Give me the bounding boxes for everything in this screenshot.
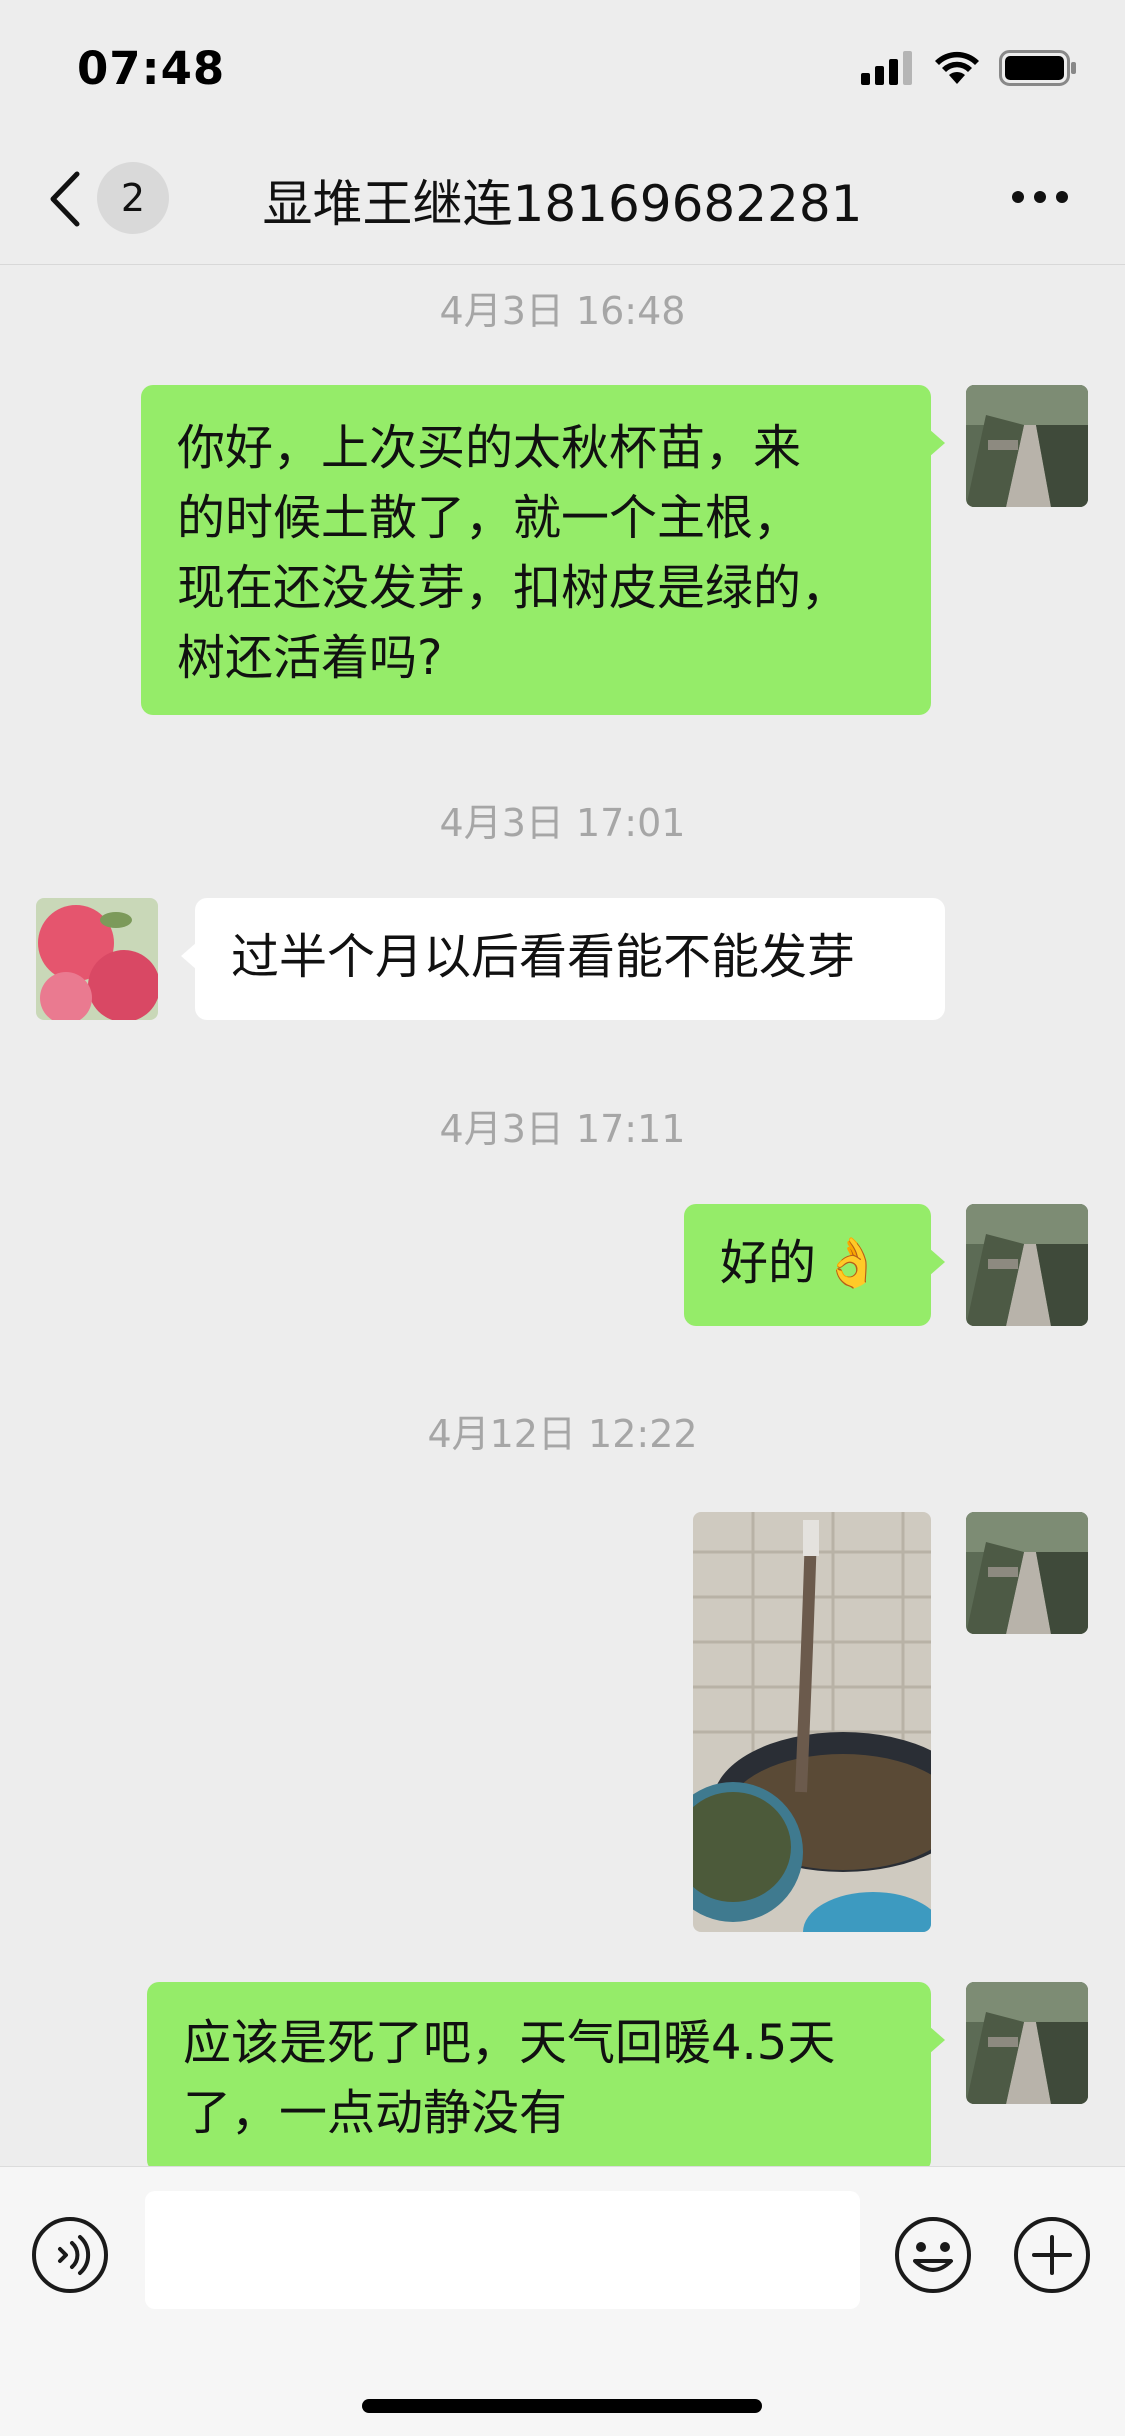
timestamp: 4月3日 17:01 <box>439 801 686 845</box>
timestamp: 4月12日 12:22 <box>427 1412 698 1456</box>
walkway-avatar-icon <box>966 1512 1088 1634</box>
outgoing-message[interactable]: 你好，上次买的太秋杯苗，来 的时候土散了，就一个主根， 现在还没发芽，扣树皮是绿… <box>141 385 945 715</box>
voice-icon[interactable] <box>30 2215 110 2295</box>
photo-message[interactable] <box>693 1512 931 1932</box>
unread-badge[interactable]: 2 <box>97 162 169 234</box>
contact-avatar[interactable] <box>36 898 158 1020</box>
message-text: 你好，上次买的太秋杯苗，来 的时候土散了，就一个主根， 现在还没发芽，扣树皮是绿… <box>177 420 850 686</box>
chat-title: 显堆王继连18169682281 <box>262 175 863 233</box>
my-avatar[interactable] <box>966 385 1088 507</box>
tree-seedling-photo-icon <box>693 1512 931 1932</box>
message-text: 好的 <box>720 1235 817 1291</box>
walkway-avatar-icon <box>966 385 1088 507</box>
timestamp: 4月3日 16:48 <box>439 289 686 333</box>
outgoing-message[interactable]: 应该是死了吧，天气回暖4.5天 了，一点动静没有 <box>147 1982 945 2172</box>
timestamp: 4月3日 17:11 <box>439 1107 686 1151</box>
my-avatar[interactable] <box>966 1204 1088 1326</box>
battery-icon <box>999 50 1076 86</box>
my-avatar[interactable] <box>966 1512 1088 1634</box>
status-bar: 07:48 <box>0 0 1125 132</box>
message-input[interactable] <box>145 2191 860 2309</box>
ok-hand-emoji: 👌 <box>822 1235 882 1291</box>
wifi-icon <box>935 51 979 84</box>
status-time: 07:48 <box>77 42 226 95</box>
chat-screen: 07:48 2 显堆王继连18169682281 4月3日 16:48 你好，上… <box>0 0 1125 2436</box>
walkway-avatar-icon <box>966 1204 1088 1326</box>
incoming-message[interactable]: 过半个月以后看看能不能发芽 <box>181 898 945 1020</box>
signal-icon <box>861 51 912 85</box>
my-avatar[interactable] <box>966 1982 1088 2104</box>
chevron-left-icon[interactable] <box>45 170 85 228</box>
smiley-icon[interactable] <box>893 2215 973 2295</box>
outgoing-message[interactable]: 好的 👌 <box>684 1204 945 1326</box>
peach-avatar-icon <box>36 898 158 1020</box>
status-icons <box>861 50 1077 86</box>
walkway-avatar-icon <box>966 1982 1088 2104</box>
message-list[interactable]: 4月3日 16:48 你好，上次买的太秋杯苗，来 的时候土散了，就一个主根， 现… <box>0 265 1125 2172</box>
nav-bar: 2 显堆王继连18169682281 <box>0 132 1125 265</box>
message-text: 过半个月以后看看能不能发芽 <box>231 929 856 985</box>
more-dots-icon[interactable] <box>1010 187 1070 207</box>
home-indicator[interactable] <box>362 2399 762 2413</box>
input-bar <box>0 2166 1125 2436</box>
plus-icon[interactable] <box>1012 2215 1092 2295</box>
message-text: 应该是死了吧，天气回暖4.5天 了，一点动静没有 <box>183 2015 836 2141</box>
